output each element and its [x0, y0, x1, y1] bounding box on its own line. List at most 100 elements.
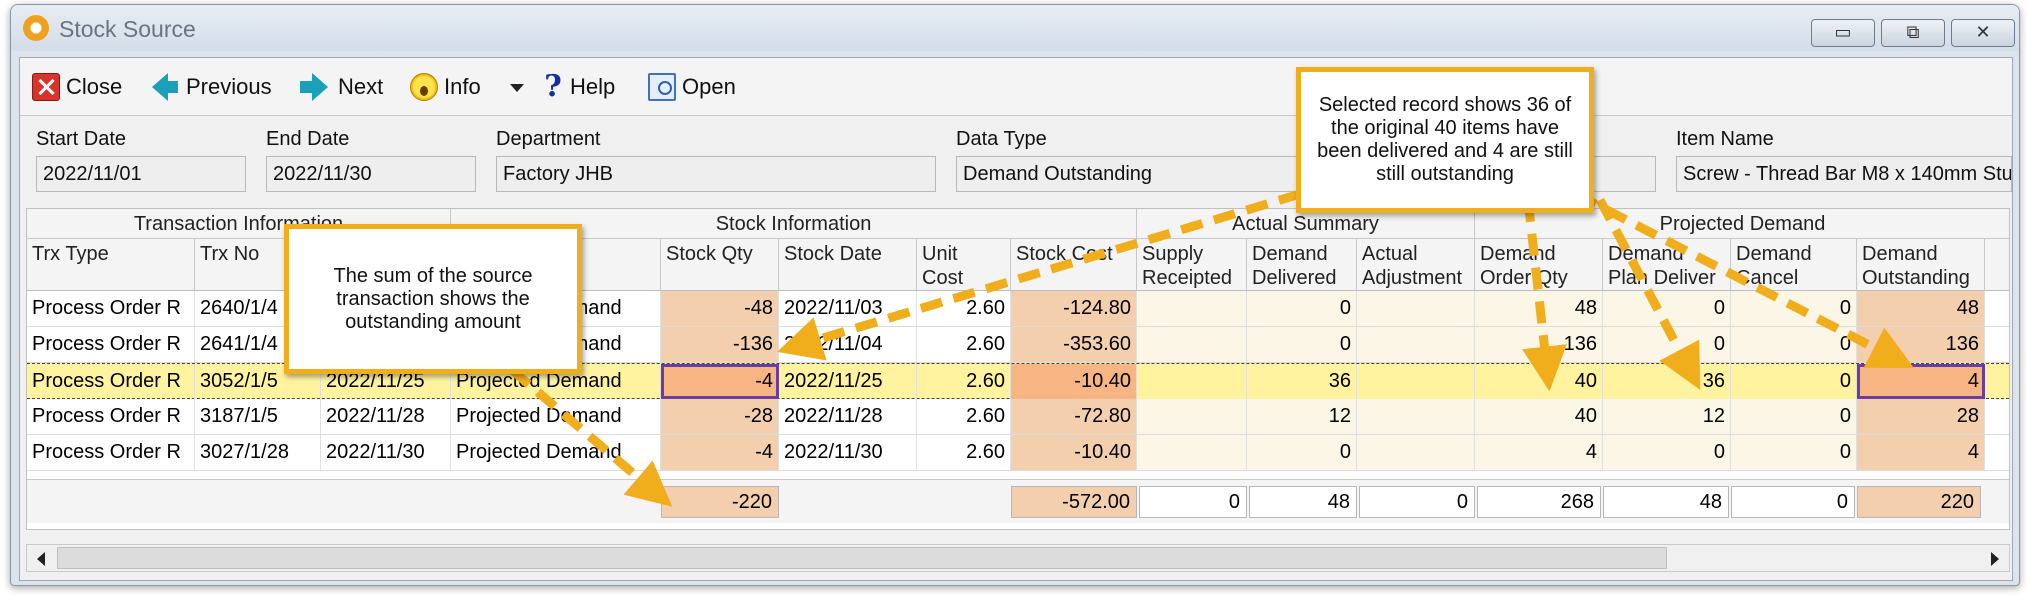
- cell-demand-plan-deliver[interactable]: 0: [1603, 291, 1731, 326]
- cell-unit-cost[interactable]: 2.60: [917, 327, 1011, 362]
- department-field[interactable]: Factory JHB: [496, 156, 936, 192]
- cell-stock-qty[interactable]: -48: [661, 291, 779, 326]
- table-row[interactable]: Process Order R 3027/1/28 2022/11/30 Projec…: [27, 435, 2009, 471]
- cell-demand-outstanding[interactable]: 4: [1857, 364, 1985, 399]
- cell-demand-outstanding[interactable]: 28: [1857, 399, 1985, 434]
- cell-trx-date[interactable]: 2022/11/30: [321, 435, 451, 470]
- horizontal-scrollbar[interactable]: [26, 544, 2010, 572]
- cell-stock-cost[interactable]: -353.60: [1011, 327, 1137, 362]
- cell-actual-adjustment[interactable]: [1357, 327, 1475, 362]
- cell-stock-cost[interactable]: -10.40: [1011, 364, 1137, 399]
- cell-demand-order-qty[interactable]: 4: [1475, 435, 1603, 470]
- cell-demand-plan-deliver[interactable]: 12: [1603, 399, 1731, 434]
- table-row[interactable]: Process Order R 3187/1/5 2022/11/28 Project…: [27, 399, 2009, 435]
- cell-demand-cancel[interactable]: 0: [1731, 327, 1857, 362]
- cell-trx-type[interactable]: Process Order R: [27, 364, 195, 399]
- header-demand-outstanding[interactable]: Demand Outstanding: [1857, 239, 1985, 291]
- cell-stock-date[interactable]: 2022/11/30: [779, 435, 917, 470]
- previous-button[interactable]: Previous: [152, 70, 272, 104]
- cell-stock-date[interactable]: 2022/11/04: [779, 327, 917, 362]
- info-button[interactable]: Info: [410, 70, 481, 104]
- cell-trx-date[interactable]: 2022/11/28: [321, 399, 451, 434]
- cell-stock-cost[interactable]: -72.80: [1011, 399, 1137, 434]
- cell-supply-receipted[interactable]: [1137, 364, 1247, 399]
- header-supply-receipted[interactable]: Supply Receipted: [1137, 239, 1247, 291]
- end-date-field[interactable]: 2022/11/30: [266, 156, 476, 192]
- header-demand-order-qty[interactable]: Demand Order Qty: [1475, 239, 1603, 291]
- cell-stock-date[interactable]: 2022/11/25: [779, 364, 917, 399]
- cell-demand-delivered[interactable]: 0: [1247, 291, 1357, 326]
- cell-trx-type[interactable]: Process Order R: [27, 291, 195, 326]
- header-actual-adjustment[interactable]: Actual Adjustment: [1357, 239, 1475, 291]
- total-demand-delivered: 48: [1249, 486, 1357, 518]
- cell-supply-receipted[interactable]: [1137, 327, 1247, 362]
- cell-stock-cost[interactable]: -10.40: [1011, 435, 1137, 470]
- window-close-button[interactable]: ✕: [1951, 19, 2015, 47]
- header-stock-date[interactable]: Stock Date: [779, 239, 917, 291]
- cell-stock-qty[interactable]: -28: [661, 399, 779, 434]
- cell-stock-date[interactable]: 2022/11/03: [779, 291, 917, 326]
- cell-demand-delivered[interactable]: 0: [1247, 435, 1357, 470]
- total-supply-receipted: 0: [1139, 486, 1247, 518]
- header-demand-plan-deliver[interactable]: Demand Plan Deliver: [1603, 239, 1731, 291]
- header-trx-type[interactable]: Trx Type: [27, 239, 195, 291]
- cell-trx-no[interactable]: 3187/1/5: [195, 399, 321, 434]
- maximize-button[interactable]: ⧉: [1881, 19, 1945, 47]
- cell-demand-outstanding[interactable]: 48: [1857, 291, 1985, 326]
- header-stock-qty[interactable]: Stock Qty: [661, 239, 779, 291]
- cell-unit-cost[interactable]: 2.60: [917, 435, 1011, 470]
- cell-supply-receipted[interactable]: [1137, 435, 1247, 470]
- minimize-button[interactable]: ▭: [1811, 19, 1875, 47]
- scroll-left-arrow-icon[interactable]: [37, 552, 45, 566]
- close-button[interactable]: Close: [32, 70, 122, 104]
- header-unit-cost[interactable]: Unit Cost: [917, 239, 1011, 291]
- header-demand-delivered[interactable]: Demand Delivered: [1247, 239, 1357, 291]
- cell-stock-qty[interactable]: -4: [661, 435, 779, 470]
- cell-demand-order-qty[interactable]: 40: [1475, 399, 1603, 434]
- cell-trx-no[interactable]: 3027/1/28: [195, 435, 321, 470]
- cell-demand-plan-deliver[interactable]: 36: [1603, 364, 1731, 399]
- item-name-field[interactable]: Screw - Thread Bar M8 x 140mm Stu: [1676, 156, 2012, 192]
- next-button[interactable]: Next: [300, 70, 383, 104]
- cell-demand-cancel[interactable]: 0: [1731, 291, 1857, 326]
- header-stock-cost[interactable]: Stock Cost: [1011, 239, 1137, 291]
- cell-unit-cost[interactable]: 2.60: [917, 291, 1011, 326]
- cell-stock-qty[interactable]: -4: [661, 364, 779, 399]
- header-demand-cancel[interactable]: Demand Cancel: [1731, 239, 1857, 291]
- cell-demand-delivered[interactable]: 12: [1247, 399, 1357, 434]
- cell-demand-cancel[interactable]: 0: [1731, 364, 1857, 399]
- cell-demand-plan-deliver[interactable]: 0: [1603, 327, 1731, 362]
- cell-demand-order-qty[interactable]: 40: [1475, 364, 1603, 399]
- cell-supply-receipted[interactable]: [1137, 291, 1247, 326]
- scroll-right-arrow-icon[interactable]: [1991, 552, 1999, 566]
- info-dropdown-arrow-icon[interactable]: [510, 84, 524, 92]
- cell-demand-cancel[interactable]: 0: [1731, 399, 1857, 434]
- cell-actual-adjustment[interactable]: [1357, 399, 1475, 434]
- cell-trx-type[interactable]: Process Order R: [27, 435, 195, 470]
- cell-demand-outstanding[interactable]: 136: [1857, 327, 1985, 362]
- cell-supply-receipted[interactable]: [1137, 399, 1247, 434]
- cell-trx-type[interactable]: Process Order R: [27, 399, 195, 434]
- cell-actual-adjustment[interactable]: [1357, 364, 1475, 399]
- cell-stock-cost[interactable]: -124.80: [1011, 291, 1137, 326]
- cell-demand-order-qty[interactable]: 136: [1475, 327, 1603, 362]
- cell-demand-order-qty[interactable]: 48: [1475, 291, 1603, 326]
- cell-trx-type[interactable]: Process Order R: [27, 327, 195, 362]
- scrollbar-thumb[interactable]: [57, 547, 1667, 569]
- cell-demand-plan-deliver[interactable]: 0: [1603, 435, 1731, 470]
- cell-demand-outstanding[interactable]: 4: [1857, 435, 1985, 470]
- cell-demand-delivered[interactable]: 0: [1247, 327, 1357, 362]
- cell-unit-cost[interactable]: 2.60: [917, 364, 1011, 399]
- start-date-field[interactable]: 2022/11/01: [36, 156, 246, 192]
- cell-stock-date[interactable]: 2022/11/28: [779, 399, 917, 434]
- cell-actual-adjustment[interactable]: [1357, 435, 1475, 470]
- cell-status[interactable]: Projected Demand: [451, 435, 661, 470]
- help-button[interactable]: ? Help: [542, 70, 615, 104]
- open-button[interactable]: Open: [648, 70, 736, 104]
- cell-demand-cancel[interactable]: 0: [1731, 435, 1857, 470]
- cell-demand-delivered[interactable]: 36: [1247, 364, 1357, 399]
- cell-stock-qty[interactable]: -136: [661, 327, 779, 362]
- cell-actual-adjustment[interactable]: [1357, 291, 1475, 326]
- cell-unit-cost[interactable]: 2.60: [917, 399, 1011, 434]
- cell-status[interactable]: Projected Demand: [451, 399, 661, 434]
